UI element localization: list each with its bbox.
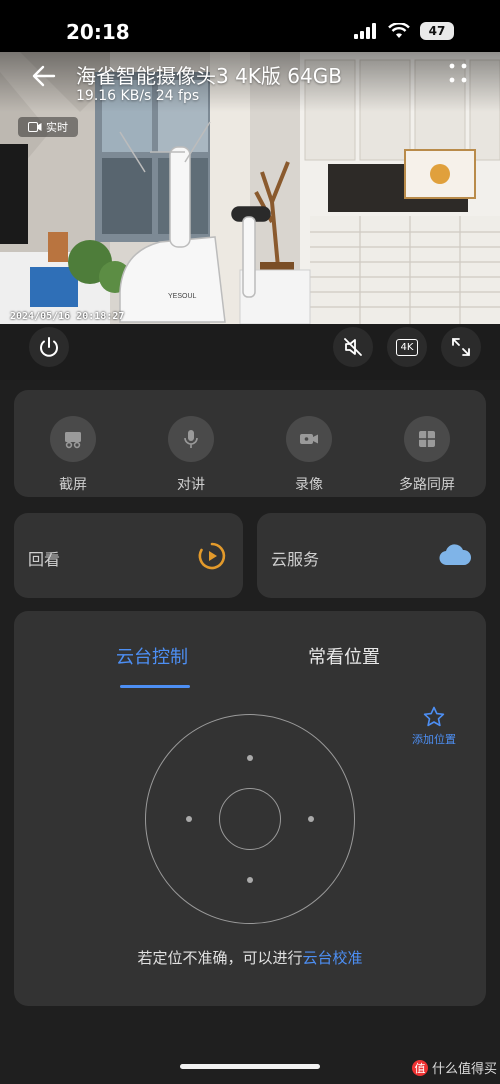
watermark-text: 什么值得买 bbox=[432, 1062, 498, 1077]
intercom-label: 对讲 bbox=[177, 477, 205, 493]
tab-ptz-control[interactable]: 云台控制 bbox=[116, 643, 188, 669]
status-bar: 20:18 47 bbox=[0, 0, 500, 52]
bike-brand-logo: YESOUL bbox=[168, 293, 197, 300]
live-badge[interactable]: 实时 bbox=[18, 117, 78, 137]
mute-button[interactable] bbox=[333, 327, 373, 367]
signal-icon bbox=[354, 23, 376, 39]
fullscreen-icon bbox=[452, 338, 470, 356]
ptz-center-knob[interactable] bbox=[219, 788, 281, 850]
quality-label: 4K bbox=[395, 338, 419, 356]
camera-feed[interactable]: YESOUL bbox=[0, 52, 500, 324]
battery-indicator: 47 bbox=[420, 22, 454, 40]
tab-frequent-positions[interactable]: 常看位置 bbox=[308, 643, 380, 669]
screenshot-icon bbox=[65, 432, 81, 449]
watermark-badge: 值 bbox=[412, 1059, 428, 1076]
screenshot-button[interactable] bbox=[50, 416, 96, 462]
ptz-joystick[interactable] bbox=[145, 714, 355, 924]
calibration-hint-text: 若定位不准确，可以进行 bbox=[137, 949, 303, 967]
watermark: 值 什么值得买 bbox=[412, 1058, 497, 1077]
playback-card[interactable]: 回看 bbox=[14, 513, 243, 598]
add-position-button[interactable]: 添加位置 bbox=[408, 705, 460, 747]
active-tab-underline bbox=[120, 685, 190, 688]
home-indicator[interactable] bbox=[180, 1064, 320, 1069]
tool-screenshot[interactable]: 截屏 bbox=[14, 390, 132, 502]
cloud-service-card[interactable]: 云服务 bbox=[257, 513, 486, 598]
power-button[interactable] bbox=[29, 327, 69, 367]
fullscreen-button[interactable] bbox=[441, 327, 481, 367]
playback-label: 回看 bbox=[28, 550, 61, 569]
ptz-panel: 云台控制 常看位置 添加位置 若定位不准确，可以进行云台校准 bbox=[14, 611, 486, 1006]
add-position-label: 添加位置 bbox=[412, 733, 456, 746]
intercom-button[interactable] bbox=[168, 416, 214, 462]
star-icon bbox=[423, 706, 445, 727]
tool-record[interactable]: 录像 bbox=[250, 390, 368, 502]
video-control-row: 4K bbox=[0, 324, 500, 380]
live-label: 实时 bbox=[46, 121, 68, 134]
multi-view-label: 多路同屏 bbox=[399, 477, 455, 493]
status-icons: 47 bbox=[354, 22, 454, 40]
more-options-icon[interactable] bbox=[446, 60, 470, 88]
live-camera-icon bbox=[28, 122, 42, 132]
ptz-down-dot[interactable] bbox=[247, 877, 253, 883]
screenshot-label: 截屏 bbox=[59, 477, 87, 493]
multi-view-button[interactable] bbox=[404, 416, 450, 462]
ptz-up-dot[interactable] bbox=[247, 755, 253, 761]
tool-intercom[interactable]: 对讲 bbox=[132, 390, 250, 502]
video-record-icon bbox=[300, 434, 318, 444]
playback-icon bbox=[198, 542, 226, 570]
status-time: 20:18 bbox=[66, 20, 130, 44]
record-button[interactable] bbox=[286, 416, 332, 462]
video-timestamp: 2024/05/16 20:18:27 bbox=[10, 311, 125, 322]
stream-rate: 19.16 KB/s 24 fps bbox=[76, 88, 200, 104]
quality-button[interactable]: 4K bbox=[387, 327, 427, 367]
power-icon bbox=[40, 337, 58, 357]
camera-title: 海雀智能摄像头3 4K版 64GB bbox=[76, 64, 342, 88]
calibration-hint: 若定位不准确，可以进行云台校准 bbox=[14, 947, 486, 968]
tool-multi-view[interactable]: 多路同屏 bbox=[368, 390, 486, 502]
back-arrow-icon[interactable] bbox=[30, 62, 58, 90]
cloud-icon bbox=[439, 544, 472, 566]
multi-view-icon bbox=[419, 431, 435, 447]
ptz-right-dot[interactable] bbox=[308, 816, 314, 822]
cloud-service-label: 云服务 bbox=[271, 550, 320, 569]
wifi-icon bbox=[388, 23, 410, 38]
ptz-left-dot[interactable] bbox=[186, 816, 192, 822]
speaker-muted-icon bbox=[344, 338, 362, 356]
microphone-icon bbox=[184, 430, 198, 448]
record-label: 录像 bbox=[295, 477, 323, 493]
calibration-link[interactable]: 云台校准 bbox=[303, 949, 363, 967]
tools-card: 截屏 对讲 录像 多路同屏 bbox=[14, 390, 486, 497]
